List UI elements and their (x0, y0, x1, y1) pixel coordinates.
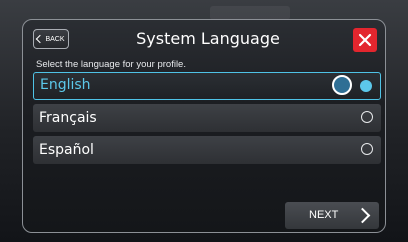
back-button-label: BACK (45, 35, 65, 43)
next-button-label: NEXT (309, 209, 339, 221)
language-list: English Français Español (33, 72, 381, 168)
focus-ring-icon (332, 75, 352, 95)
dialog-subtitle: Select the language for your profile. (36, 59, 186, 70)
dialog-title: System Language (136, 29, 280, 48)
close-button[interactable] (353, 28, 377, 52)
radio-unselected-icon[interactable] (361, 143, 373, 155)
back-button[interactable]: BACK (33, 29, 69, 49)
language-option-french[interactable]: Français (33, 104, 381, 132)
language-label: Español (39, 142, 94, 158)
radio-selected-icon[interactable] (360, 80, 372, 92)
language-label: English (40, 77, 91, 93)
language-option-english[interactable]: English (33, 72, 381, 100)
screen-background: BACK System Language Select the language… (0, 0, 408, 242)
language-label: Français (39, 110, 97, 126)
chevron-right-icon (354, 207, 371, 224)
close-icon (358, 33, 372, 47)
status-bar-ghost (210, 6, 290, 20)
radio-unselected-icon[interactable] (361, 111, 373, 123)
language-dialog: BACK System Language Select the language… (22, 19, 386, 233)
next-button[interactable]: NEXT (285, 202, 379, 229)
language-option-spanish[interactable]: Español (33, 136, 381, 164)
chevron-left-icon (36, 34, 45, 44)
